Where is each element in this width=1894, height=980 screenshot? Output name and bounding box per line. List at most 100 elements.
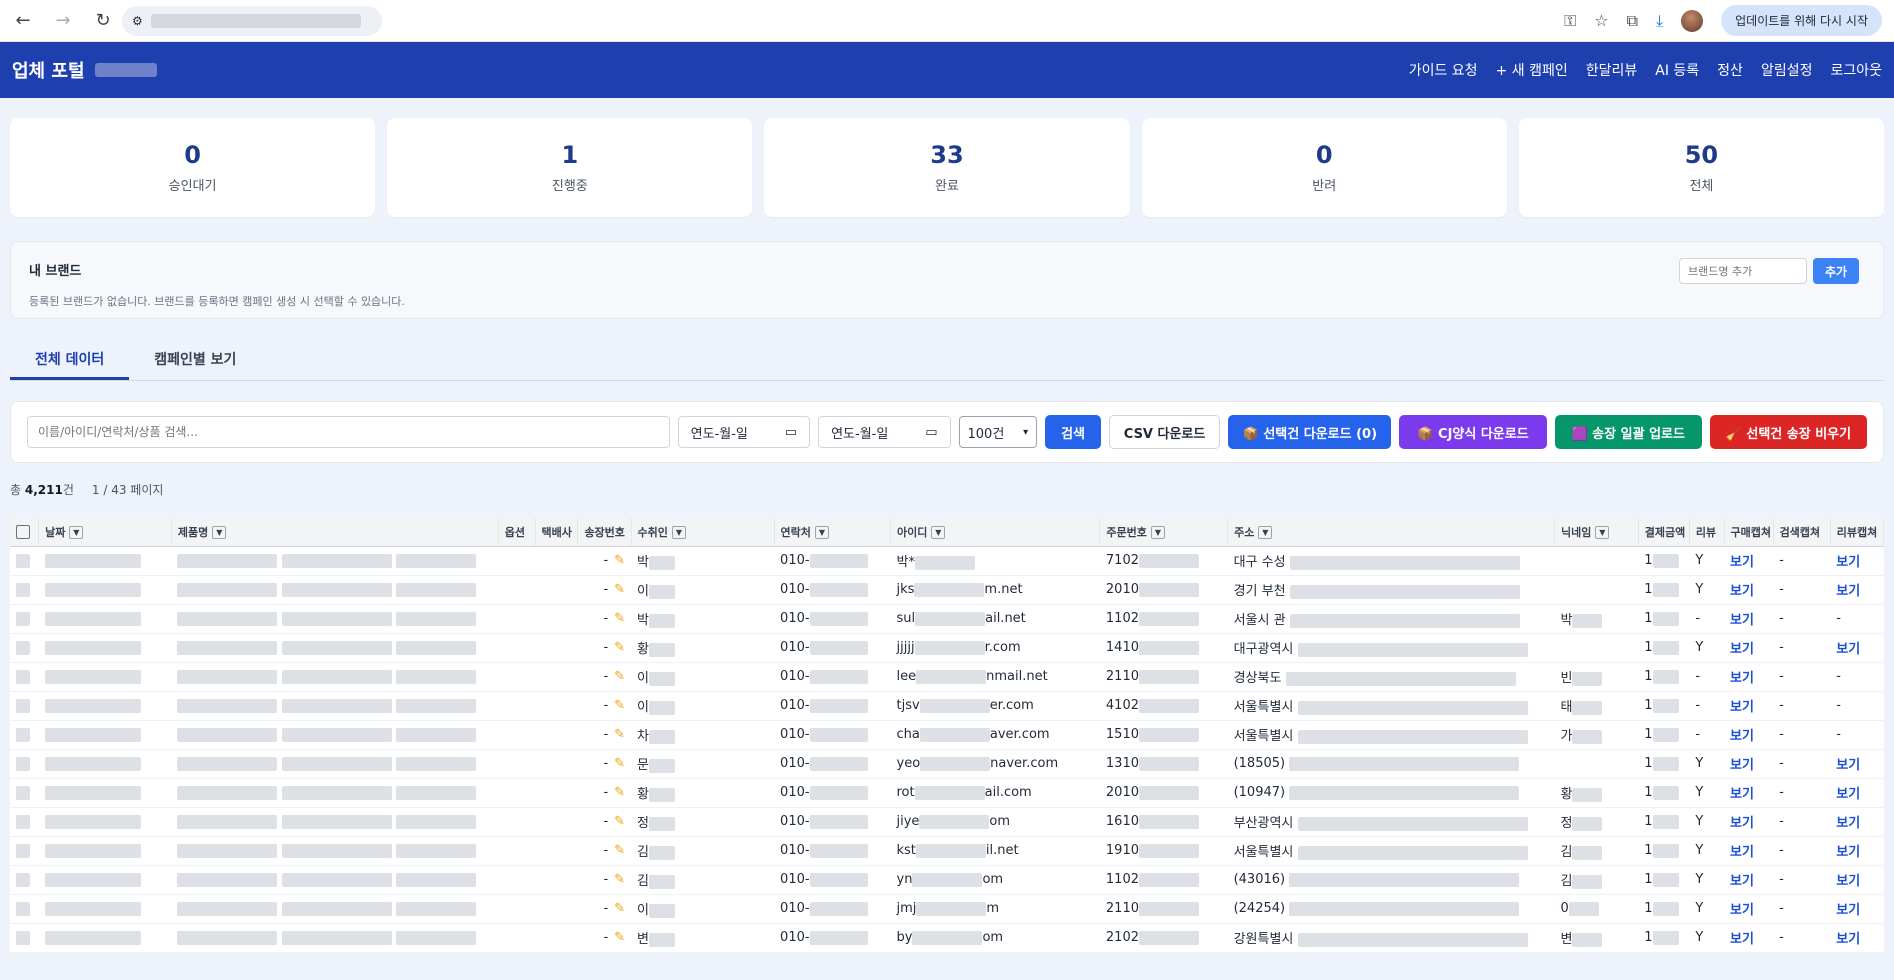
column-nickname[interactable]: 닉네임 ▼ [1554,518,1639,547]
address-bar[interactable]: ⚙ [122,5,382,36]
purchase-capture-link[interactable]: 보기 [1730,932,1754,947]
row-checkbox[interactable] [16,553,30,568]
edit-pencil-icon[interactable]: ✎ [614,843,625,858]
review-capture-link[interactable]: 보기 [1836,874,1860,889]
column-phone[interactable]: 연락처 ▼ [774,518,892,547]
bookmark-star-icon[interactable]: ☆ [1594,11,1608,30]
filter-dropdown-icon[interactable]: ▼ [69,526,84,540]
review-capture-link[interactable]: 보기 [1836,758,1860,773]
edit-pencil-icon[interactable]: ✎ [614,930,625,945]
invoice-cell[interactable]: - ✎ [577,836,632,866]
table-row[interactable]: - ✎ 이 010- jks m.net 2010 경기 부천 1 Y 보기 - 보… [10,575,1884,605]
calendar-icon[interactable]: ▭ [925,425,937,440]
purchase-capture-link[interactable]: 보기 [1730,613,1754,628]
edit-pencil-icon[interactable]: ✎ [614,901,625,916]
edit-pencil-icon[interactable]: ✎ [614,582,625,597]
purchase-capture-link[interactable]: 보기 [1730,700,1754,715]
purchase-capture-link[interactable]: 보기 [1730,903,1754,918]
review-capture-link[interactable]: 보기 [1836,845,1860,860]
row-checkbox[interactable] [16,611,30,626]
filter-dropdown-icon[interactable]: ▼ [212,526,227,540]
password-key-icon[interactable]: ⚿ [1564,11,1576,31]
row-checkbox[interactable] [16,640,30,655]
purchase-capture-link[interactable]: 보기 [1730,642,1754,657]
menu-guide-request[interactable]: 가이드 요청 [1409,60,1478,80]
edit-pencil-icon[interactable]: ✎ [614,553,625,568]
selected-download-button[interactable]: 📦 선택건 다운로드 (0) [1228,415,1392,449]
edit-pencil-icon[interactable]: ✎ [614,814,625,829]
purchase-capture-link[interactable]: 보기 [1730,555,1754,570]
row-checkbox[interactable] [16,901,30,916]
row-checkbox[interactable] [16,843,30,858]
row-checkbox[interactable] [16,669,30,684]
filter-dropdown-icon[interactable]: ▼ [1595,526,1610,540]
edit-pencil-icon[interactable]: ✎ [614,611,625,626]
page-size-select[interactable]: 100건 ▾ [958,416,1038,448]
stat-card-total[interactable]: 50 전체 [1518,118,1885,217]
invoice-cell[interactable]: - ✎ [577,865,632,895]
site-info-icon[interactable]: ⚙ [132,14,143,28]
select-all-checkbox[interactable] [16,524,30,539]
invoice-bulk-upload-button[interactable]: 🟪 송장 일괄 업로드 [1554,415,1702,449]
review-capture-link[interactable]: 보기 [1836,932,1860,947]
column-user-id[interactable]: 아이디 ▼ [890,518,1101,547]
column-address[interactable]: 주소 ▼ [1227,518,1555,547]
edit-pencil-icon[interactable]: ✎ [614,727,625,742]
table-row[interactable]: - ✎ 이 010- jmj m 2110 (24254) 0 1 Y 보기 - 보… [10,894,1884,924]
brand-name-input[interactable] [1679,258,1807,284]
extensions-icon[interactable]: ⧉ [1627,11,1638,31]
column-recipient[interactable]: 수취인 ▼ [631,518,775,547]
review-capture-link[interactable]: 보기 [1836,816,1860,831]
filter-dropdown-icon[interactable]: ▼ [814,526,829,540]
table-row[interactable]: - ✎ 이 010- tjsv er.com 4102 서울특별시 태 1 - 보기… [10,691,1884,721]
row-checkbox[interactable] [16,756,30,771]
review-capture-link[interactable]: 보기 [1836,642,1860,657]
download-icon[interactable]: ⤓ [1656,11,1663,31]
search-button[interactable]: 검색 [1045,415,1101,449]
profile-avatar[interactable] [1681,9,1704,32]
purchase-capture-link[interactable]: 보기 [1730,758,1754,773]
menu-new-campaign[interactable]: + 새 캠페인 [1496,60,1568,80]
menu-logout[interactable]: 로그아웃 [1830,60,1882,80]
stat-card-pending[interactable]: 0 승인대기 [10,118,376,217]
edit-pencil-icon[interactable]: ✎ [614,756,625,771]
invoice-cell[interactable]: - ✎ [577,923,632,953]
filter-dropdown-icon[interactable]: ▼ [671,526,686,540]
review-capture-link[interactable]: 보기 [1836,555,1860,570]
invoice-cell[interactable]: - ✎ [577,894,632,924]
table-row[interactable]: - ✎ 김 010- yn om 1102 (43016) 김 1 Y 보기 - 보… [10,865,1884,895]
row-checkbox[interactable] [16,872,30,887]
column-date[interactable]: 날짜 ▼ [38,518,172,547]
edit-pencil-icon[interactable]: ✎ [614,872,625,887]
row-checkbox[interactable] [16,698,30,713]
csv-download-button[interactable]: CSV 다운로드 [1108,415,1221,449]
filter-dropdown-icon[interactable]: ▼ [1258,526,1273,540]
review-capture-link[interactable]: 보기 [1836,903,1860,918]
tab-all-data[interactable]: 전체 데이터 [10,347,130,380]
clear-selected-invoice-button[interactable]: 🧹 선택건 송장 비우기 [1709,415,1867,449]
review-capture-link[interactable]: 보기 [1836,787,1860,802]
edit-pencil-icon[interactable]: ✎ [614,785,625,800]
invoice-cell[interactable]: - ✎ [577,604,632,634]
invoice-cell[interactable]: - ✎ [577,662,632,692]
invoice-cell[interactable]: - ✎ [577,575,632,605]
purchase-capture-link[interactable]: 보기 [1730,874,1754,889]
edit-pencil-icon[interactable]: ✎ [614,669,625,684]
purchase-capture-link[interactable]: 보기 [1730,671,1754,686]
purchase-capture-link[interactable]: 보기 [1730,729,1754,744]
menu-settlement[interactable]: 정산 [1717,60,1743,80]
add-brand-button[interactable]: 추가 [1813,258,1859,284]
stat-card-completed[interactable]: 33 완료 [764,118,1130,217]
stat-card-rejected[interactable]: 0 반려 [1141,118,1507,217]
date-to-field[interactable]: 연도-월-일 ▭ [818,416,951,448]
table-row[interactable]: - ✎ 황 010- rot ail.com 2010 (10947) 황 1 Y … [10,778,1884,808]
edit-pencil-icon[interactable]: ✎ [614,640,625,655]
reload-icon[interactable]: ↻ [92,10,114,31]
table-row[interactable]: - ✎ 이 010- lee nmail.net 2110 경상북도 빈 1 - 보… [10,662,1884,692]
review-capture-link[interactable]: 보기 [1836,584,1860,599]
invoice-cell[interactable]: - ✎ [577,633,632,663]
row-checkbox[interactable] [16,814,30,829]
invoice-cell[interactable]: - ✎ [577,778,632,808]
menu-notification-settings[interactable]: 알림설정 [1761,60,1813,80]
table-row[interactable]: - ✎ 박 010- sul ail.net 1102 서울시 관 박 1 - 보기… [10,604,1884,634]
